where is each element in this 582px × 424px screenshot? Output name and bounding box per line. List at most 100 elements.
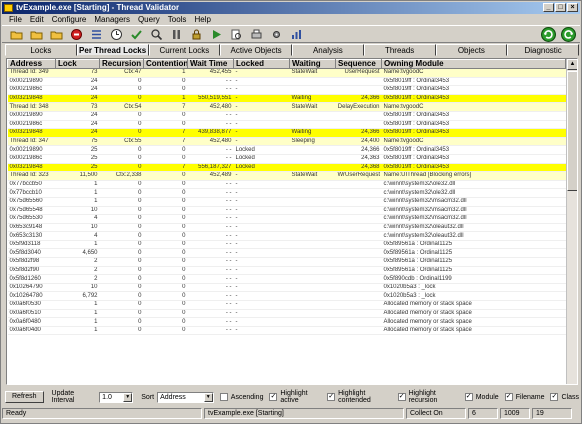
menu-query[interactable]: Query [134, 14, 164, 25]
table-row[interactable]: 0x0021986c 24 0 0- - -0x5f8019ff : Ordinal34… [7, 120, 566, 130]
checkbox-module[interactable]: ✓ Module [464, 390, 499, 404]
column-header-owning-module[interactable]: Owning Module [381, 59, 566, 69]
checkbox-highlight-recursion[interactable]: ✓ Highlight recursion [397, 390, 459, 404]
menu-edit[interactable]: Edit [26, 14, 48, 25]
tab-diagnostic[interactable]: Diagnostic [507, 44, 579, 56]
menu-configure[interactable]: Configure [48, 14, 91, 25]
tab-current-locks[interactable]: Current Locks [148, 44, 221, 56]
table-row[interactable]: 0x0a6f0530 1 0 0- - - Allocated memory or sta… [7, 300, 566, 310]
checkbox-highlight-active[interactable]: ✓ Highlight active [269, 390, 321, 404]
update-interval-combo[interactable]: 1.0 ▼ [99, 391, 134, 403]
tab-analysis[interactable]: Analysis [292, 44, 364, 56]
table-row[interactable]: 0x0021986c 24 0 0- - -0x5f8019ff : Ordinal34… [7, 85, 566, 95]
tab-active-objects[interactable]: Active Objects [220, 44, 292, 56]
find-icon[interactable] [228, 27, 245, 42]
menu-managers[interactable]: Managers [90, 14, 134, 25]
thread-icon[interactable] [88, 27, 105, 42]
minimize-button[interactable]: _ [543, 3, 554, 12]
pause-icon[interactable] [168, 27, 185, 42]
tab-per-thread-locks[interactable]: Per Thread Locks [76, 44, 149, 56]
checkbox-box[interactable]: ✓ [550, 393, 559, 401]
table-row[interactable]: 0x5f8d3040 4,650 0 0- - -0x5f89561a : Ordina… [7, 248, 566, 259]
maximize-button[interactable]: □ [555, 3, 566, 12]
close-button[interactable]: × [567, 3, 578, 12]
clock-icon[interactable] [108, 27, 125, 42]
menu-tools[interactable]: Tools [164, 14, 191, 25]
menu-file[interactable]: File [5, 14, 26, 25]
window-controls: _ □ × [543, 3, 578, 13]
checkbox-box[interactable]: ✓ [464, 393, 473, 401]
table-row[interactable]: 0x0a6f0510 1 0 0- - - Allocated memory or sta… [7, 309, 566, 319]
table-row[interactable]: 0x5f9d3118 1 0 0- - -0x5f89561a : Ordinal112… [7, 240, 566, 250]
locks-grid[interactable]: Address Lock Recursion Contention Wait Time L… [6, 58, 578, 385]
column-header-sequence[interactable]: Sequence [335, 59, 382, 69]
sort-combo[interactable]: Address ▼ [157, 391, 214, 403]
options-icon[interactable] [268, 27, 285, 42]
column-header-wait-time[interactable]: Wait Time [187, 59, 234, 69]
table-row[interactable]: 0x00219890 25 0 0- - Locked 24,366 0x5f8019ff … [7, 145, 566, 155]
play-icon[interactable] [208, 27, 225, 42]
run-icon[interactable] [561, 27, 576, 42]
table-row[interactable]: Thread Id: 347 75 Ctx:55 7 452,480- Sleeping 2… [7, 137, 566, 147]
print-icon[interactable] [248, 27, 265, 42]
open-folder-icon[interactable] [8, 27, 25, 42]
tab-locks[interactable]: Locks [5, 44, 77, 56]
column-header-locked[interactable]: Locked [233, 59, 290, 69]
table-row[interactable]: 0x03219848 25 0 7 556,187,327 Locked 24,368 0x5… [7, 163, 566, 173]
column-header-contention[interactable]: Contention [143, 59, 188, 69]
table-row[interactable]: Thread Id: 323 11,500 Ctx:2,338 0 452,489- St… [7, 171, 566, 181]
table-row[interactable]: 0x77bccb50 1 0 0- - - c:\winnt\system32\ole32… [7, 180, 566, 190]
checkbox-box[interactable]: ✓ [397, 393, 406, 401]
scroll-up-icon[interactable]: ▲ [567, 59, 577, 70]
table-row[interactable]: 0x653c3130 4 0 0- - - c:\winnt\system32\oleau… [7, 231, 566, 241]
lock-icon[interactable] [188, 27, 205, 42]
table-row[interactable]: 0x653c9148 10 0 0- - - c:\winnt\system32\olea… [7, 223, 566, 233]
table-row[interactable]: 0x5f8d2f98 2 0 0- - -0x5f89561a : Ordinal112… [7, 257, 566, 267]
table-row[interactable]: 0x75d65548 10 0 0- - - c:\winnt\system32\msac… [7, 206, 566, 216]
title-bar[interactable]: tvExample.exe [Starting] - Thread Valida… [2, 2, 580, 14]
checkbox-class[interactable]: ✓ Class [550, 390, 579, 404]
search-icon[interactable] [148, 27, 165, 42]
checkbox-box[interactable]: ✓ [327, 393, 336, 401]
chevron-down-icon[interactable]: ▼ [123, 392, 133, 402]
column-header-lock[interactable]: Lock [55, 59, 100, 69]
checkbox-highlight-contended[interactable]: ✓ Highlight contended [327, 390, 391, 404]
table-row[interactable]: Thread Id: 349 73 Ctx:47 1 452,455- StateWait… [7, 68, 566, 78]
table-row[interactable]: 0x0a6f0480 1 0 0- - - Allocated memory or sta… [7, 317, 566, 327]
table-row[interactable]: 0x0a6f04d0 1 0 0- - - Allocated memory or sta… [7, 326, 566, 336]
scroll-thumb[interactable] [567, 71, 577, 191]
open-folder-icon[interactable] [28, 27, 45, 42]
check-icon[interactable] [128, 27, 145, 42]
table-row[interactable]: 0x5f8d2f90 2 0 0- - -0x5f89561a : Ordinal112… [7, 266, 566, 276]
column-header-waiting[interactable]: Waiting [289, 59, 336, 69]
refresh-icon[interactable] [541, 27, 556, 42]
menu-help[interactable]: Help [190, 14, 214, 25]
checkbox-box[interactable] [219, 393, 228, 401]
table-row[interactable]: 0x00219890 24 0 0- - -0x5f8019ff : Ordinal34… [7, 77, 566, 87]
chart-icon[interactable] [288, 27, 305, 42]
table-row[interactable]: 0x75d65530 4 0 0- - - c:\winnt\system32\msacm… [7, 214, 566, 224]
table-row[interactable]: 0x75d65560 1 0 0- - - c:\winnt\system32\msacm… [7, 197, 566, 207]
table-row[interactable]: Thread Id: 348 73 Ctx:54 7 452,480- StateWait… [7, 102, 566, 112]
checkbox-ascending[interactable]: Ascending [219, 390, 263, 404]
table-row[interactable]: 0x0021986c 25 0 0- - Locked 24,363 0x5f8019ff … [7, 154, 566, 164]
vertical-scrollbar[interactable]: ▲ [566, 59, 577, 384]
table-row[interactable]: 0x03219848 24 0 7 439,838,877- Waiting 24,366 0… [7, 128, 566, 138]
table-row[interactable]: 0x77bccb10 1 0 0- - - c:\winnt\system32\ole32… [7, 188, 566, 198]
tab-threads[interactable]: Threads [363, 44, 436, 56]
column-header-address[interactable]: Address [7, 59, 56, 69]
checkbox-box[interactable]: ✓ [269, 393, 278, 401]
table-row[interactable]: 0x10264790 10 0 0- - -0x1020b5a3 : _lock [7, 283, 566, 293]
table-row[interactable]: 0x10264780 6,792 0 0- - -0x1020b5a3 : _lock [7, 291, 566, 302]
tab-objects[interactable]: Objects [435, 44, 508, 56]
table-row[interactable]: 0x5f8d1260 2 0 0- - -0x5f890cdb : Ordinal119… [7, 274, 566, 284]
chevron-down-icon[interactable]: ▼ [203, 392, 213, 402]
refresh-button[interactable]: Refresh [5, 391, 44, 403]
stop-icon[interactable] [68, 27, 85, 42]
checkbox-box[interactable]: ✓ [504, 393, 513, 401]
open-folder-icon[interactable] [48, 27, 65, 42]
table-row[interactable]: 0x03219848 24 0 1 550,519,551- Waiting 24,366 0… [7, 94, 566, 104]
table-row[interactable]: 0x00219890 24 0 0- - -0x5f8019ff : Ordinal34… [7, 111, 566, 121]
column-header-recursion[interactable]: Recursion [99, 59, 144, 69]
checkbox-filename[interactable]: ✓ Filename [504, 390, 544, 404]
